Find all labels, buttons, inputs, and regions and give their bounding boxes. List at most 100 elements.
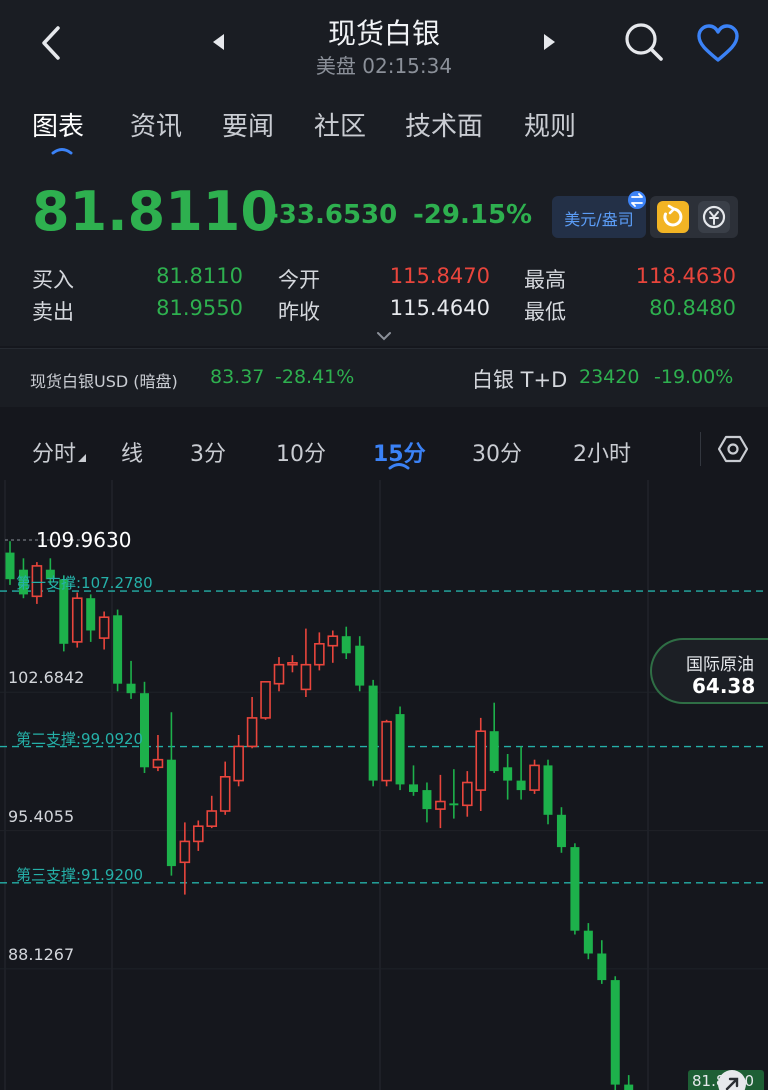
crude-oil-floating-tag[interactable]: 国际原油 64.38 <box>650 638 768 704</box>
candle <box>543 759 553 825</box>
candle <box>570 843 580 935</box>
candle <box>610 976 620 1090</box>
candle-body <box>300 663 312 691</box>
candlestick-chart[interactable]: 109.9630 102.6842 95.4055 88.1267 第一支撑:1… <box>0 480 768 1090</box>
period-3min[interactable]: 3分 <box>190 436 226 468</box>
candle-body <box>219 775 231 812</box>
candle <box>327 630 339 663</box>
related-left-name[interactable]: 现货白银USD (暗盘) <box>30 368 178 392</box>
candle <box>529 759 540 794</box>
tab-community[interactable]: 社区 <box>314 106 366 143</box>
prev-close-label: 昨收 <box>278 300 320 324</box>
candle-body <box>475 730 487 791</box>
period-2hour[interactable]: 2小时 <box>573 436 631 468</box>
quote-panel: 81.8110 -33.6530 -29.15% 美元/盎司 买入 81.811… <box>0 160 768 346</box>
candle <box>166 712 176 876</box>
candle <box>113 609 123 692</box>
related-right-name[interactable]: 白银 T+D <box>472 364 567 394</box>
candle <box>71 592 83 648</box>
chart-settings-icon[interactable] <box>718 434 748 464</box>
candle <box>98 611 110 650</box>
price-axis-label: 95.4055 <box>8 806 75 826</box>
expand-chevron-icon[interactable] <box>375 330 393 342</box>
candle-body <box>489 731 499 772</box>
refresh-icon[interactable] <box>656 200 690 234</box>
candle-body <box>529 764 540 791</box>
candle-body <box>597 953 607 981</box>
candle <box>583 923 593 960</box>
swap-icon <box>628 191 646 209</box>
candle-body <box>610 980 620 1085</box>
candle <box>5 541 15 585</box>
candle-body <box>395 714 405 785</box>
tab-rules[interactable]: 规则 <box>524 106 576 143</box>
candle <box>246 696 258 749</box>
candle <box>314 632 325 671</box>
candle-body <box>461 781 473 807</box>
low-value: 80.8480 <box>649 296 736 320</box>
related-left-percent: -28.41% <box>275 366 355 388</box>
low-label: 最低 <box>524 300 566 324</box>
candle <box>556 807 566 853</box>
candle-body <box>86 598 96 631</box>
crude-oil-name: 国际原油 <box>686 655 754 675</box>
candle-body <box>543 765 553 815</box>
tab-technical[interactable]: 技术面 <box>405 106 483 143</box>
candle-body <box>422 790 432 810</box>
period-10min[interactable]: 10分 <box>276 436 326 468</box>
next-instrument-icon[interactable] <box>540 32 558 52</box>
price-axis-label: 88.1267 <box>8 944 75 964</box>
related-right-price: 23420 <box>579 366 640 388</box>
candle <box>489 702 499 773</box>
price-change-percent: -29.15% <box>413 200 533 230</box>
tab-info[interactable]: 资讯 <box>130 106 182 143</box>
last-price: 81.8110 <box>32 180 278 243</box>
candle <box>516 746 526 800</box>
candle-body <box>246 717 258 748</box>
candle <box>435 774 446 829</box>
candle-body <box>113 615 123 684</box>
candle <box>449 769 459 819</box>
search-icon[interactable] <box>622 20 666 64</box>
favorite-heart-icon[interactable] <box>696 24 740 64</box>
candle-body <box>179 840 191 864</box>
ask-value: 81.9550 <box>156 296 243 320</box>
bid-label: 买入 <box>32 268 74 292</box>
candle <box>273 657 285 692</box>
candle-body <box>624 1084 634 1090</box>
candle-body <box>5 552 15 580</box>
active-tab-indicator <box>51 140 73 155</box>
candle-body <box>381 720 392 782</box>
support-label-1: 第一支撑:107.2780 <box>16 574 153 592</box>
support-label-3: 第三支撑:91.9200 <box>16 865 144 884</box>
currency-exchange-icon[interactable] <box>697 200 731 234</box>
candle-body <box>556 814 566 848</box>
period-high-marker: 109.9630 <box>36 528 132 552</box>
candle <box>179 822 191 895</box>
period-line[interactable]: 线 <box>121 436 143 468</box>
candle <box>422 782 432 823</box>
candle-body <box>516 780 526 791</box>
open-value: 115.8470 <box>389 264 490 288</box>
candle-body <box>206 810 218 827</box>
tab-chart[interactable]: 图表 <box>32 106 84 143</box>
period-timeshare[interactable]: 分时 <box>32 436 76 468</box>
ask-label: 卖出 <box>32 300 74 324</box>
candle-body <box>98 616 110 639</box>
dropdown-triangle-icon <box>78 454 86 462</box>
candle-body <box>503 767 513 781</box>
candle <box>409 765 418 796</box>
candle <box>193 820 204 851</box>
price-change: -33.6530 <box>268 200 398 230</box>
bid-value: 81.8110 <box>156 264 243 288</box>
fullscreen-expand-icon[interactable] <box>716 1068 748 1090</box>
period-divider <box>700 432 701 466</box>
related-left-price: 83.37 <box>210 366 265 388</box>
candle-body <box>583 930 593 954</box>
candle <box>126 660 136 699</box>
candle <box>461 771 473 817</box>
candle <box>624 1075 634 1090</box>
candle-body <box>570 847 580 931</box>
tab-news[interactable]: 要闻 <box>222 106 274 143</box>
period-30min[interactable]: 30分 <box>472 436 522 468</box>
